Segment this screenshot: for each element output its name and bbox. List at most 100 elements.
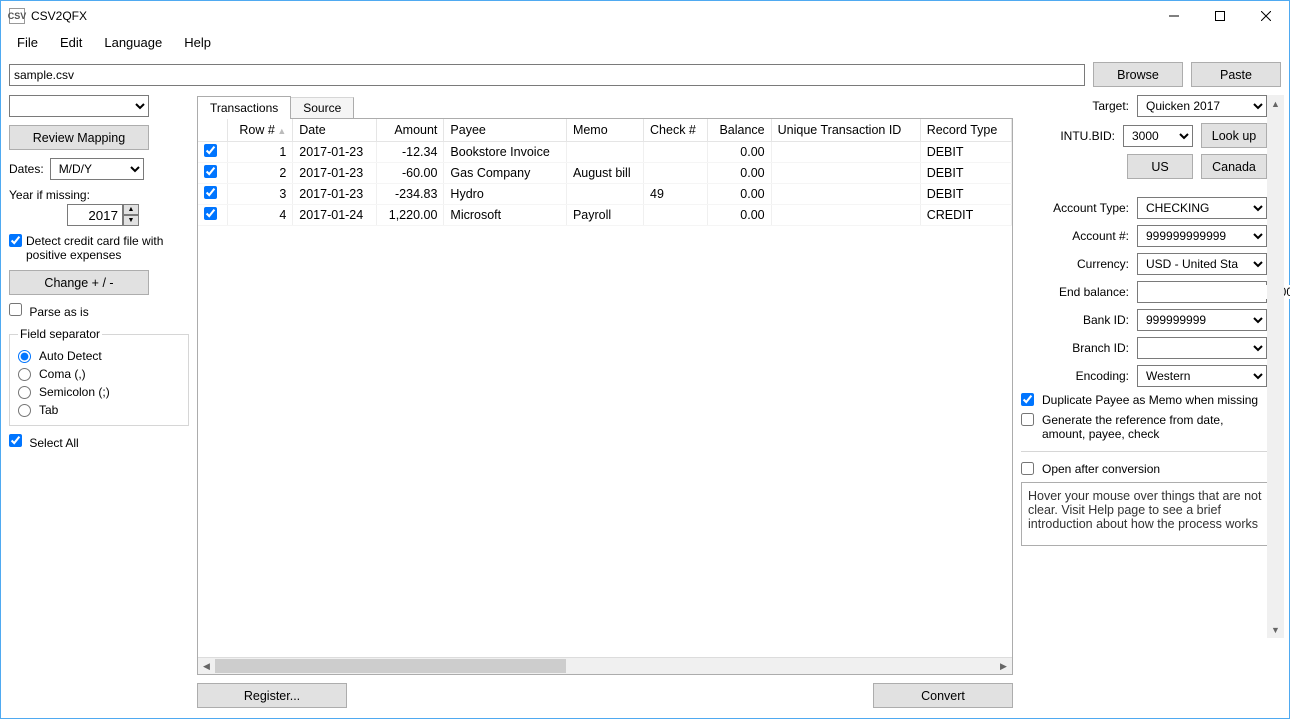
convert-button[interactable]: Convert [873,683,1013,708]
cell-check [644,163,708,184]
sep-semi-radio[interactable] [18,386,31,399]
scroll-left-icon[interactable]: ◀ [198,658,215,674]
cell-payee: Gas Company [444,163,567,184]
cell-balance: 0.00 [708,184,771,205]
tab-source[interactable]: Source [291,97,354,120]
select-all-row[interactable]: Select All [9,434,189,450]
review-mapping-button[interactable]: Review Mapping [9,125,149,150]
cell-payee: Bookstore Invoice [444,142,567,163]
menu-file[interactable]: File [7,33,48,52]
cell-row: 1 [228,142,293,163]
table-row[interactable]: 22017-01-23-60.00Gas CompanyAugust bill0… [198,163,1012,184]
close-button[interactable] [1243,1,1289,31]
target-select[interactable]: Quicken 2017 [1137,95,1267,117]
sep-coma-radio[interactable] [18,368,31,381]
scroll-right-icon[interactable]: ▶ [995,658,1012,674]
detect-credit-label: Detect credit card file with positive ex… [26,234,189,262]
accttype-select[interactable]: CHECKING [1137,197,1267,219]
parse-as-is-row[interactable]: Parse as is [9,303,189,319]
bankid-select[interactable]: 999999999 [1137,309,1267,331]
endbal-label: End balance: [1059,285,1129,299]
cell-balance: 0.00 [708,163,771,184]
mapping-select[interactable] [9,95,149,117]
col-balance[interactable]: Balance [708,119,771,142]
browse-button[interactable]: Browse [1093,62,1183,87]
register-button[interactable]: Register... [197,683,347,708]
row-checkbox[interactable] [204,144,217,157]
year-input[interactable] [67,204,123,226]
filename-input[interactable] [9,64,1085,86]
sep-auto-radio[interactable] [18,350,31,363]
menu-edit[interactable]: Edit [50,33,92,52]
cell-date: 2017-01-23 [293,163,377,184]
tab-transactions[interactable]: Transactions [197,96,291,119]
row-checkbox[interactable] [204,186,217,199]
encoding-select[interactable]: Western [1137,365,1267,387]
branch-select[interactable] [1137,337,1267,359]
us-button[interactable]: US [1127,154,1193,179]
window-title: CSV2QFX [31,9,1151,23]
cell-amount: -60.00 [377,163,444,184]
right-scrollbar[interactable]: ▲ ▼ [1267,95,1284,638]
scroll-thumb[interactable] [215,659,566,673]
endbal-field[interactable] [1137,281,1267,303]
parse-as-is-checkbox[interactable] [9,303,22,316]
intu-select[interactable]: 3000 [1123,125,1193,147]
table-row[interactable]: 42017-01-241,220.00MicrosoftPayroll0.00C… [198,205,1012,226]
menu-language[interactable]: Language [94,33,172,52]
cell-balance: 0.00 [708,205,771,226]
gen-ref-checkbox[interactable] [1021,413,1034,426]
dup-memo-checkbox[interactable] [1021,393,1034,406]
change-sign-button[interactable]: Change + / - [9,270,149,295]
year-up[interactable]: ▲ [123,204,139,215]
row-checkbox[interactable] [204,207,217,220]
minimize-button[interactable] [1151,1,1197,31]
year-down[interactable]: ▼ [123,215,139,226]
detect-credit-checkbox-row[interactable]: Detect credit card file with positive ex… [9,234,189,262]
table-row[interactable]: 32017-01-23-234.83Hydro490.00DEBIT [198,184,1012,205]
cell-memo [566,142,643,163]
open-after-checkbox[interactable] [1021,462,1034,475]
canada-button[interactable]: Canada [1201,154,1267,179]
dates-select[interactable]: M/D/Y [50,158,144,180]
paste-button[interactable]: Paste [1191,62,1281,87]
cell-record: DEBIT [920,142,1011,163]
tabs: Transactions Source [197,95,1013,118]
lookup-button[interactable]: Look up [1201,123,1267,148]
col-date[interactable]: Date [293,119,377,142]
col-memo[interactable]: Memo [566,119,643,142]
col-row[interactable]: Row # [228,119,293,142]
right-panel: Target: Quicken 2017 INTU.BID: 3000 Look… [1021,95,1281,708]
cell-amount: -234.83 [377,184,444,205]
intu-label: INTU.BID: [1060,129,1115,143]
col-payee[interactable]: Payee [444,119,567,142]
cell-record: CREDIT [920,205,1011,226]
dup-memo-row[interactable]: Duplicate Payee as Memo when missing [1021,393,1267,407]
currency-select[interactable]: USD - United Sta [1137,253,1267,275]
scroll-down-icon[interactable]: ▼ [1267,621,1284,638]
row-checkbox[interactable] [204,165,217,178]
col-record[interactable]: Record Type [920,119,1011,142]
cell-payee: Microsoft [444,205,567,226]
app-icon: CSV [9,8,25,24]
maximize-button[interactable] [1197,1,1243,31]
gen-ref-row[interactable]: Generate the reference from date, amount… [1021,413,1267,441]
grid-hscrollbar[interactable]: ◀ ▶ [198,657,1012,674]
dup-memo-label: Duplicate Payee as Memo when missing [1042,393,1258,407]
open-after-row[interactable]: Open after conversion [1021,462,1267,476]
col-amount[interactable]: Amount [377,119,444,142]
left-panel: Review Mapping Dates: M/D/Y Year if miss… [9,95,189,708]
titlebar: CSV CSV2QFX [1,1,1289,31]
acctnum-select[interactable]: 999999999999 [1137,225,1267,247]
scroll-up-icon[interactable]: ▲ [1267,95,1284,112]
menu-help[interactable]: Help [174,33,221,52]
branch-label: Branch ID: [1072,341,1129,355]
sep-tab-radio[interactable] [18,404,31,417]
detect-credit-checkbox[interactable] [9,234,22,247]
year-spinner[interactable]: ▲▼ [67,204,139,226]
select-all-checkbox[interactable] [9,434,22,447]
dates-label: Dates: [9,162,44,176]
col-check[interactable]: Check # [644,119,708,142]
col-uid[interactable]: Unique Transaction ID [771,119,920,142]
table-row[interactable]: 12017-01-23-12.34Bookstore Invoice0.00DE… [198,142,1012,163]
